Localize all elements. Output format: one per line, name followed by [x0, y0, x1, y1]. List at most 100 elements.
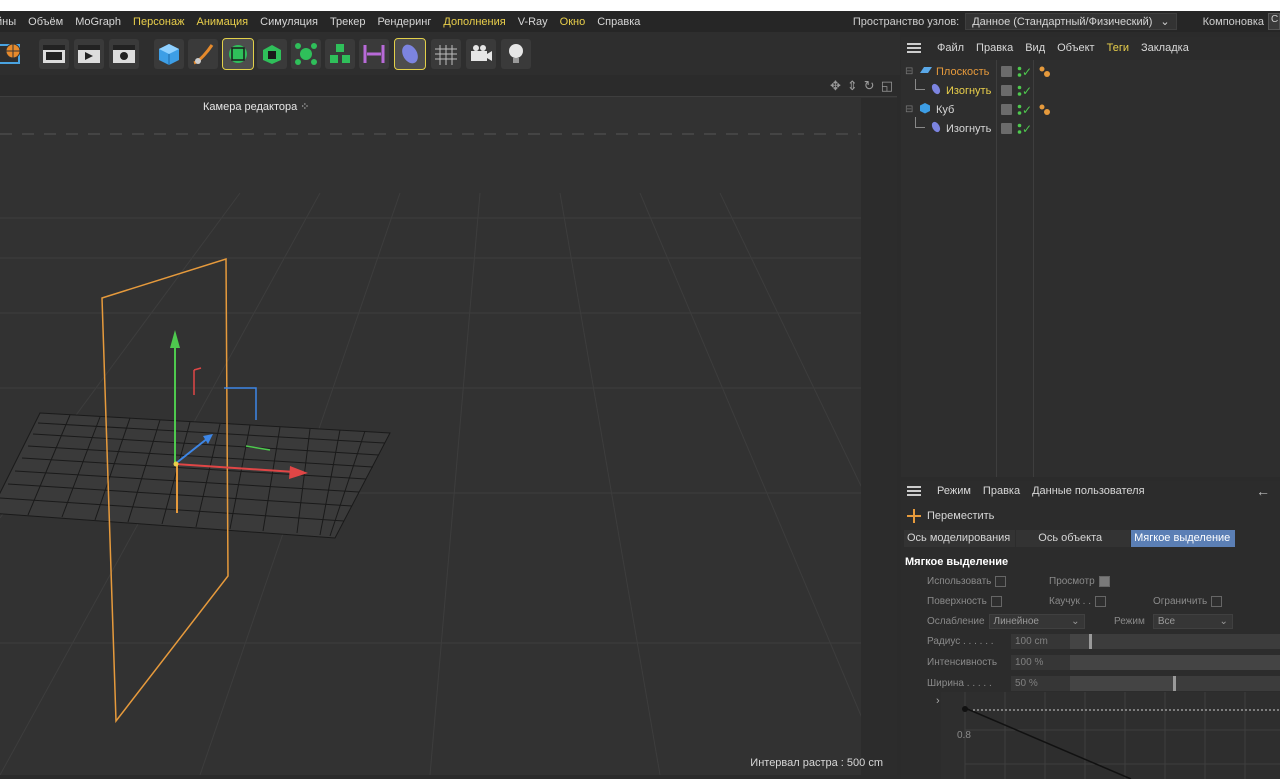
- radius-field: Радиус . . . . . . 100 cm: [927, 634, 1071, 649]
- object-name: Плоскость: [936, 65, 990, 78]
- menu-item-simulation[interactable]: Симуляция: [254, 16, 324, 28]
- enabled-check-icon[interactable]: ✓: [1022, 103, 1032, 117]
- back-arrow-icon[interactable]: ←: [1256, 483, 1270, 499]
- phong-tag-icon[interactable]: [1038, 104, 1052, 116]
- restrict-label: Ограничить: [1153, 596, 1208, 607]
- tab-object-axis[interactable]: Ось объекта: [1016, 530, 1131, 547]
- clapboard-icon[interactable]: [39, 39, 69, 69]
- layout-value: С: [1271, 14, 1279, 25]
- menu-item-render[interactable]: Рендеринг: [371, 16, 437, 28]
- rubber-checkbox[interactable]: [1094, 596, 1106, 607]
- restrict-checkbox[interactable]: [1211, 596, 1223, 607]
- node-space-value: Данное (Стандартный/Физический): [972, 15, 1153, 28]
- width-slider-handle[interactable]: [1173, 676, 1176, 691]
- object-row-plane[interactable]: ⊟ Плоскость ✓: [901, 62, 1280, 81]
- falloff-curve-graph[interactable]: 0.8: [941, 692, 1280, 779]
- layout-dropdown[interactable]: С: [1268, 13, 1280, 30]
- viewport-scrollbar[interactable]: [861, 98, 897, 775]
- om-menu-edit[interactable]: Правка: [970, 42, 1019, 54]
- phong-tag-icon[interactable]: [1038, 66, 1052, 78]
- chevron-down-icon: ⌄: [1071, 616, 1080, 627]
- extrude-cube-icon[interactable]: [257, 39, 287, 69]
- menu-item-character[interactable]: Персонаж: [127, 16, 190, 28]
- object-row-bend-1[interactable]: Изогнуть ✓: [901, 79, 1280, 100]
- maximize-view-icon[interactable]: ◱: [881, 78, 893, 94]
- cube-icon[interactable]: [154, 39, 184, 69]
- width-input[interactable]: 50 %: [1011, 676, 1071, 691]
- subdivision-icon[interactable]: [222, 38, 254, 70]
- render-settings-icon[interactable]: [109, 39, 139, 69]
- menu-item-help[interactable]: Справка: [591, 16, 646, 28]
- surface-checkbox[interactable]: [990, 596, 1002, 607]
- menu-item-tracker[interactable]: Трекер: [324, 16, 372, 28]
- width-slider[interactable]: [1070, 676, 1280, 691]
- object-manager-menubar: Файл Правка Вид Объект Теги Закладка: [901, 37, 1280, 58]
- pen-icon[interactable]: [188, 39, 218, 69]
- radius-slider-handle[interactable]: [1089, 634, 1092, 649]
- menu-item-0[interactable]: йны: [0, 16, 22, 28]
- editor-viewport[interactable]: ✥ ⇕ ↻ ◱ Камера редактора ⁘ Интервал раст…: [0, 75, 897, 775]
- preview-checkbox[interactable]: [1098, 576, 1110, 587]
- width-field: Ширина . . . . . 50 %: [927, 676, 1071, 691]
- globe-icon[interactable]: [0, 39, 24, 69]
- enabled-check-icon[interactable]: ✓: [1022, 84, 1032, 98]
- attribute-manager-menubar: Режим Правка Данные пользователя: [901, 481, 1280, 501]
- restrict-field: Ограничить: [1153, 596, 1223, 607]
- menu-item-vray[interactable]: V-Ray: [512, 16, 554, 28]
- enabled-check-icon[interactable]: ✓: [1022, 122, 1032, 136]
- om-menu-tags[interactable]: Теги: [1101, 42, 1135, 54]
- object-row-cube[interactable]: ⊟ Куб ✓: [901, 100, 1280, 119]
- tree-expand-icon[interactable]: ⊟: [905, 104, 913, 115]
- deformer-icon[interactable]: [394, 38, 426, 70]
- render-view-icon[interactable]: [74, 39, 104, 69]
- enabled-check-icon[interactable]: ✓: [1022, 65, 1032, 79]
- strength-input[interactable]: 100 %: [1011, 655, 1071, 670]
- tab-soft-selection[interactable]: Мягкое выделение: [1131, 530, 1236, 547]
- node-space-dropdown[interactable]: Данное (Стандартный/Физический) ⌄: [965, 13, 1177, 30]
- light-icon[interactable]: [501, 39, 531, 69]
- om-menu-object[interactable]: Объект: [1051, 42, 1100, 54]
- strength-label: Интенсивность: [927, 657, 998, 668]
- radius-input[interactable]: 100 cm: [1011, 634, 1071, 649]
- mesh-grid: [0, 412, 391, 539]
- floor-icon[interactable]: [431, 39, 461, 69]
- edit-toggle[interactable]: [1001, 66, 1012, 77]
- chevron-right-icon[interactable]: ›: [936, 695, 940, 707]
- tab-modeling-axis[interactable]: Ось моделирования: [904, 530, 1016, 547]
- mograph-cubes-icon[interactable]: [325, 39, 355, 69]
- object-row-bend-2[interactable]: Изогнуть ✓: [901, 117, 1280, 138]
- hamburger-icon[interactable]: [907, 486, 921, 496]
- om-menu-bookmark[interactable]: Закладка: [1135, 42, 1195, 54]
- camera-icon[interactable]: [466, 39, 496, 69]
- radius-slider[interactable]: [1070, 634, 1280, 649]
- rubber-label: Каучук . .: [1049, 596, 1091, 607]
- hamburger-icon[interactable]: [907, 42, 921, 53]
- am-menu-mode[interactable]: Режим: [931, 485, 977, 497]
- zoom-view-icon[interactable]: ⇕: [847, 78, 858, 94]
- falloff-dropdown[interactable]: Линейное ⌄: [988, 614, 1085, 629]
- rotate-view-icon[interactable]: ↻: [864, 78, 875, 94]
- surface-field: Поверхность: [927, 596, 1002, 607]
- om-menu-file[interactable]: Файл: [931, 42, 970, 54]
- tree-expand-icon[interactable]: ⊟: [905, 66, 913, 77]
- menu-item-extensions[interactable]: Дополнения: [437, 16, 511, 28]
- strength-slider[interactable]: [1070, 655, 1280, 670]
- am-menu-userdata[interactable]: Данные пользователя: [1026, 485, 1150, 497]
- move-view-icon[interactable]: ✥: [830, 78, 841, 94]
- tool-name: Переместить: [927, 510, 995, 522]
- mode-dropdown[interactable]: Все ⌄: [1152, 614, 1233, 629]
- am-menu-edit[interactable]: Правка: [977, 485, 1026, 497]
- move-tool-icon: [907, 509, 921, 523]
- edit-toggle[interactable]: [1001, 123, 1012, 134]
- use-checkbox[interactable]: [995, 576, 1007, 587]
- menu-item-animation[interactable]: Анимация: [190, 16, 254, 28]
- edit-toggle[interactable]: [1001, 104, 1012, 115]
- symmetry-icon[interactable]: [359, 39, 389, 69]
- om-menu-view[interactable]: Вид: [1019, 42, 1051, 54]
- cloner-icon[interactable]: [291, 39, 321, 69]
- edit-toggle[interactable]: [1001, 85, 1012, 96]
- menu-item-volume[interactable]: Объём: [22, 16, 69, 28]
- section-title: Мягкое выделение: [905, 556, 1009, 568]
- menu-item-window[interactable]: Окно: [554, 16, 592, 28]
- menu-item-mograph[interactable]: MoGraph: [69, 16, 127, 28]
